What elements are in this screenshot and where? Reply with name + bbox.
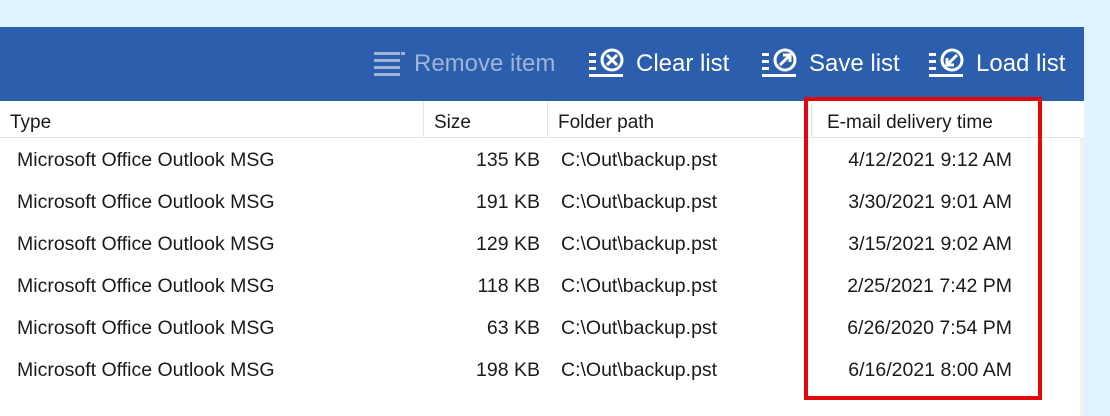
cell-delivery-time: 2/25/2021 7:42 PM [847, 275, 1012, 297]
cell-size: 129 KB [476, 233, 540, 255]
cell-folder-path: C:\Out\backup.pst [561, 275, 718, 297]
cell-size: 198 KB [476, 359, 540, 381]
table-row[interactable]: Microsoft Office Outlook MSG 198 KB C:\O… [0, 349, 1084, 391]
cell-type: Microsoft Office Outlook MSG [17, 317, 275, 339]
save-list-label: Save list [809, 50, 900, 77]
clear-list-button[interactable]: Clear list [588, 27, 729, 101]
table-row[interactable]: Microsoft Office Outlook MSG 118 KB C:\O… [0, 265, 1084, 307]
cell-delivery-time: 6/26/2020 7:54 PM [847, 317, 1012, 339]
cell-delivery-time: 3/30/2021 9:01 AM [848, 191, 1012, 213]
cell-folder-path: C:\Out\backup.pst [561, 191, 718, 213]
file-list-window: Remove item Clear list Save list Load li… [0, 27, 1084, 416]
cell-size: 135 KB [476, 149, 540, 171]
column-header-row: Type Size Folder path E-mail delivery ti… [0, 101, 1084, 138]
remove-list-icon [372, 49, 406, 79]
vertical-scrollbar[interactable] [1080, 137, 1084, 416]
cell-type: Microsoft Office Outlook MSG [17, 275, 275, 297]
clear-list-label: Clear list [636, 50, 730, 77]
cell-delivery-time: 3/15/2021 9:02 AM [848, 233, 1012, 255]
table-row[interactable]: Microsoft Office Outlook MSG 135 KB C:\O… [0, 139, 1084, 181]
cell-size: 118 KB [477, 275, 540, 297]
table-row[interactable]: Microsoft Office Outlook MSG 191 KB C:\O… [0, 181, 1084, 223]
cell-size: 191 KB [476, 191, 540, 213]
cell-type: Microsoft Office Outlook MSG [17, 149, 275, 171]
cell-folder-path: C:\Out\backup.pst [561, 149, 718, 171]
load-list-icon [928, 47, 968, 81]
save-list-icon [761, 47, 801, 81]
remove-item-label: Remove item [414, 50, 556, 77]
cell-folder-path: C:\Out\backup.pst [561, 359, 718, 381]
clear-list-icon [588, 47, 628, 81]
cell-type: Microsoft Office Outlook MSG [17, 191, 275, 213]
cell-folder-path: C:\Out\backup.pst [561, 317, 718, 339]
column-header-size[interactable]: Size [424, 101, 548, 137]
load-list-label: Load list [976, 50, 1066, 77]
cell-type: Microsoft Office Outlook MSG [17, 233, 275, 255]
remove-item-button[interactable]: Remove item [372, 27, 555, 101]
load-list-button[interactable]: Load list [928, 27, 1065, 101]
cell-folder-path: C:\Out\backup.pst [561, 233, 718, 255]
cell-size: 63 KB [486, 317, 540, 339]
table-row[interactable]: Microsoft Office Outlook MSG 129 KB C:\O… [0, 223, 1084, 265]
column-header-delivery-time[interactable]: E-mail delivery time [817, 101, 1079, 137]
cell-delivery-time: 6/16/2021 8:00 AM [848, 359, 1012, 381]
save-list-button[interactable]: Save list [761, 27, 900, 101]
column-header-type[interactable]: Type [0, 101, 424, 137]
column-header-folder-path[interactable]: Folder path [548, 101, 812, 137]
cell-delivery-time: 4/12/2021 9:12 AM [848, 149, 1012, 171]
table-row[interactable]: Microsoft Office Outlook MSG 63 KB C:\Ou… [0, 307, 1084, 349]
toolbar: Remove item Clear list Save list Load li… [0, 27, 1084, 101]
cell-type: Microsoft Office Outlook MSG [17, 359, 275, 381]
